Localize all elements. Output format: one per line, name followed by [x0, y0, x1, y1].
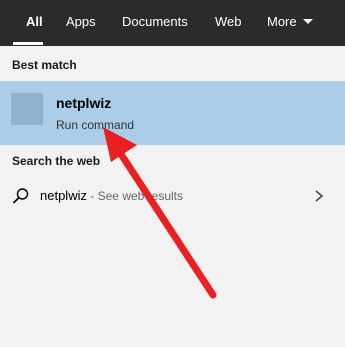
web-query: netplwiz [40, 188, 87, 203]
result-title: netplwiz [56, 95, 112, 111]
web-result-text: netplwiz - See web results [40, 188, 183, 203]
search-icon [12, 188, 29, 204]
caret-down-icon [302, 19, 313, 25]
tab-more[interactable]: More [267, 0, 313, 46]
red-arrow-annotation [103, 127, 217, 299]
best-match-result[interactable]: netplwiz Run command [0, 81, 345, 145]
tab-more-label: More [267, 14, 297, 29]
tab-documents[interactable]: Documents [122, 0, 188, 46]
chevron-right-icon[interactable] [314, 189, 324, 203]
active-tab-indicator [13, 42, 43, 45]
tab-all[interactable]: All [26, 0, 43, 46]
search-web-heading: Search the web [12, 154, 101, 168]
result-subtitle: Run command [56, 118, 135, 132]
tab-web[interactable]: Web [215, 0, 242, 46]
tab-apps[interactable]: Apps [66, 0, 96, 46]
search-tab-bar: All Apps Documents Web More [0, 0, 345, 46]
web-result-suffix: - See web results [86, 189, 184, 203]
web-search-result[interactable]: netplwiz - See web results [0, 180, 345, 212]
best-match-heading: Best match [12, 58, 77, 72]
app-tile-icon [11, 93, 43, 125]
